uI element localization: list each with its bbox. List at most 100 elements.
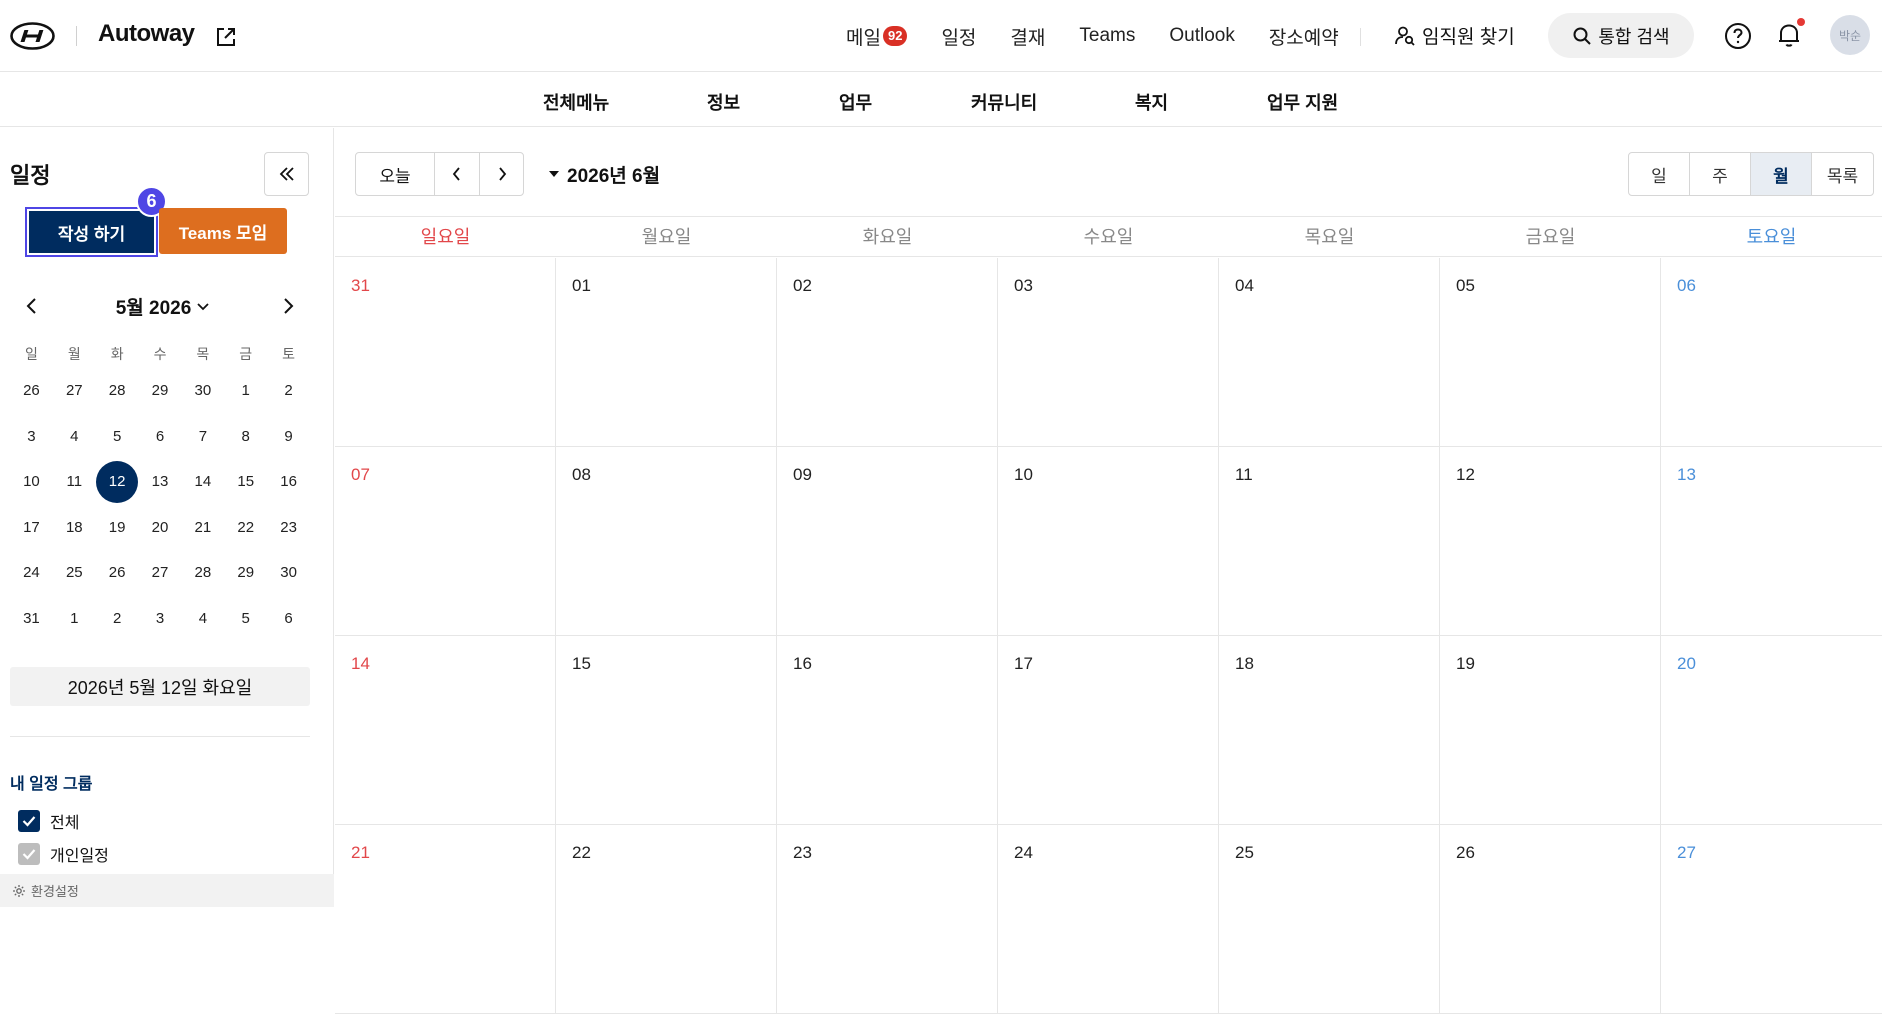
calendar-day-cell[interactable]: 15 <box>556 636 777 824</box>
calendar-day-cell[interactable]: 16 <box>777 636 998 824</box>
mini-calendar-day[interactable]: 26 <box>96 564 139 581</box>
mini-calendar-day[interactable]: 29 <box>139 382 182 399</box>
calendar-day-cell[interactable]: 17 <box>998 636 1219 824</box>
calendar-day-cell[interactable]: 18 <box>1219 636 1440 824</box>
calendar-day-cell[interactable]: 06 <box>1661 258 1882 446</box>
prev-month-button[interactable] <box>435 153 480 195</box>
mini-calendar-day[interactable]: 30 <box>267 564 310 581</box>
nav-outlook[interactable]: Outlook <box>1169 25 1234 47</box>
collapse-sidebar-button[interactable] <box>264 152 309 196</box>
menu-work[interactable]: 업무 <box>839 89 872 115</box>
user-avatar[interactable]: 박순 <box>1830 15 1870 55</box>
menu-all[interactable]: 전체메뉴 <box>543 89 609 115</box>
calendar-day-cell[interactable]: 04 <box>1219 258 1440 446</box>
calendar-day-cell[interactable]: 02 <box>777 258 998 446</box>
calendar-day-cell[interactable]: 11 <box>1219 447 1440 635</box>
next-month-button[interactable] <box>480 153 523 195</box>
settings-button[interactable]: 환경설정 <box>0 874 334 907</box>
mini-calendar-day[interactable]: 20 <box>139 519 182 536</box>
external-link-icon[interactable] <box>214 25 238 49</box>
mini-calendar-day[interactable]: 30 <box>181 382 224 399</box>
menu-work-support[interactable]: 업무 지원 <box>1267 89 1338 115</box>
create-event-button[interactable]: 작성 하기 <box>25 207 158 257</box>
group-all-checkbox[interactable]: 전체 <box>18 809 79 833</box>
calendar-day-cell[interactable]: 25 <box>1219 825 1440 1013</box>
mini-calendar-day[interactable]: 14 <box>181 473 224 490</box>
mini-calendar-day[interactable]: 8 <box>224 428 267 445</box>
mini-calendar-day[interactable]: 16 <box>267 473 310 490</box>
month-picker[interactable]: 2026년 6월 <box>549 161 660 188</box>
mini-calendar-day[interactable]: 21 <box>181 519 224 536</box>
nav-teams[interactable]: Teams <box>1079 25 1135 47</box>
mini-calendar-day[interactable]: 7 <box>181 428 224 445</box>
mini-calendar-day[interactable]: 9 <box>267 428 310 445</box>
calendar-day-cell[interactable]: 21 <box>335 825 556 1013</box>
calendar-day-cell[interactable]: 14 <box>335 636 556 824</box>
calendar-day-cell[interactable]: 22 <box>556 825 777 1013</box>
mini-calendar-day[interactable]: 4 <box>53 428 96 445</box>
mini-calendar-day[interactable]: 18 <box>53 519 96 536</box>
mini-calendar-day[interactable]: 5 <box>96 428 139 445</box>
help-icon[interactable] <box>1724 22 1752 50</box>
mini-calendar-day[interactable]: 23 <box>267 519 310 536</box>
mini-calendar-day[interactable]: 10 <box>10 473 53 490</box>
nav-approval[interactable]: 결재 <box>1010 23 1045 50</box>
menu-community[interactable]: 커뮤니티 <box>971 89 1037 115</box>
mini-calendar-day[interactable]: 1 <box>224 382 267 399</box>
mini-calendar-day[interactable]: 13 <box>139 473 182 490</box>
hyundai-logo-icon[interactable] <box>10 22 55 50</box>
nav-schedule[interactable]: 일정 <box>941 23 976 50</box>
mini-calendar-day[interactable]: 6 <box>267 610 310 627</box>
mini-calendar-next-icon[interactable] <box>278 294 298 318</box>
today-button[interactable]: 오늘 <box>356 153 435 195</box>
mini-calendar-day[interactable]: 24 <box>10 564 53 581</box>
mini-calendar-day[interactable]: 3 <box>139 610 182 627</box>
calendar-day-cell[interactable]: 03 <box>998 258 1219 446</box>
view-button[interactable]: 일 <box>1629 153 1690 195</box>
mini-calendar-day[interactable]: 11 <box>53 473 96 490</box>
mini-calendar-day[interactable]: 17 <box>10 519 53 536</box>
calendar-day-cell[interactable]: 31 <box>335 258 556 446</box>
calendar-day-cell[interactable]: 26 <box>1440 825 1661 1013</box>
mini-calendar-day[interactable]: 22 <box>224 519 267 536</box>
mini-calendar-day[interactable]: 5 <box>224 610 267 627</box>
mini-calendar-day[interactable]: 6 <box>139 428 182 445</box>
nav-room-booking[interactable]: 장소예약 <box>1269 23 1339 50</box>
group-personal-checkbox[interactable]: 개인일정 <box>18 842 109 866</box>
mini-calendar-day[interactable]: 2 <box>267 382 310 399</box>
calendar-day-cell[interactable]: 08 <box>556 447 777 635</box>
app-title[interactable]: Autoway <box>98 20 195 48</box>
calendar-day-cell[interactable]: 07 <box>335 447 556 635</box>
mini-calendar-prev-icon[interactable] <box>22 294 42 318</box>
nav-mail[interactable]: 메일 92 <box>846 23 908 50</box>
mini-calendar-day[interactable]: 27 <box>139 564 182 581</box>
mini-calendar-day[interactable]: 19 <box>96 519 139 536</box>
mini-calendar-day[interactable]: 28 <box>96 382 139 399</box>
calendar-day-cell[interactable]: 27 <box>1661 825 1882 1013</box>
global-search-button[interactable]: 통합 검색 <box>1548 13 1694 58</box>
calendar-day-cell[interactable]: 12 <box>1440 447 1661 635</box>
view-button[interactable]: 목록 <box>1812 153 1873 195</box>
find-employee-button[interactable]: 임직원 찾기 <box>1394 22 1515 49</box>
mini-calendar-day[interactable]: 4 <box>181 610 224 627</box>
calendar-day-cell[interactable]: 23 <box>777 825 998 1013</box>
calendar-day-cell[interactable]: 24 <box>998 825 1219 1013</box>
mini-calendar-day[interactable]: 1 <box>53 610 96 627</box>
mini-calendar-month-selector[interactable]: 5월 2026 <box>100 293 225 320</box>
menu-welfare[interactable]: 복지 <box>1135 89 1168 115</box>
mini-calendar-day[interactable]: 15 <box>224 473 267 490</box>
mini-calendar-day[interactable]: 26 <box>10 382 53 399</box>
calendar-day-cell[interactable]: 19 <box>1440 636 1661 824</box>
mini-calendar-day[interactable]: 25 <box>53 564 96 581</box>
mini-calendar-day[interactable]: 12 <box>96 460 139 503</box>
calendar-day-cell[interactable]: 10 <box>998 447 1219 635</box>
mini-calendar-day[interactable]: 31 <box>10 610 53 627</box>
view-button[interactable]: 주 <box>1690 153 1751 195</box>
teams-meeting-button[interactable]: Teams 모임 <box>159 208 287 254</box>
calendar-day-cell[interactable]: 13 <box>1661 447 1882 635</box>
calendar-day-cell[interactable]: 09 <box>777 447 998 635</box>
calendar-day-cell[interactable]: 01 <box>556 258 777 446</box>
mini-calendar-day[interactable]: 2 <box>96 610 139 627</box>
mini-calendar-day[interactable]: 3 <box>10 428 53 445</box>
mini-calendar-day[interactable]: 28 <box>181 564 224 581</box>
